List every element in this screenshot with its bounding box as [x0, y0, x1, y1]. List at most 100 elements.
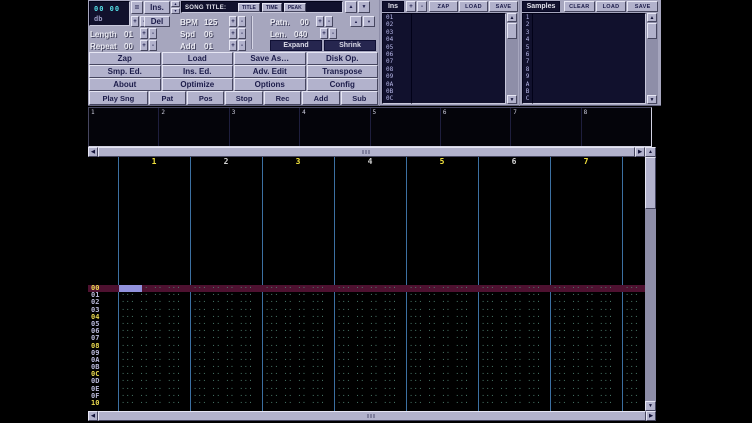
pattern-cell[interactable]: ··· ·· ·· ··· [337, 400, 407, 407]
spinner-plus-button[interactable]: + [140, 28, 148, 39]
pattern-cell[interactable]: ··· ·· ·· ··· [121, 400, 191, 407]
instrument-list-item[interactable]: 0C [383, 95, 411, 102]
menu-zap-button[interactable]: Zap [89, 52, 161, 65]
transport-rec-button[interactable]: Rec [264, 91, 301, 105]
instrument-load-button[interactable]: LOAD [459, 1, 488, 12]
channel-scope[interactable]: 3 [230, 108, 300, 146]
menu-disk-op-button[interactable]: Disk Op. [307, 52, 379, 65]
scroll-right-button[interactable]: ▶ [646, 411, 656, 421]
spinner-minus-button[interactable]: - [149, 40, 157, 51]
arrow-down-button[interactable]: ▼ [171, 8, 180, 14]
instrument-list-item[interactable]: 01 [383, 14, 411, 21]
channel-scope[interactable]: 4 [300, 108, 370, 146]
spinner-minus-button[interactable]: - [238, 28, 246, 39]
sample-load-button[interactable]: LOAD [596, 1, 627, 12]
sample-list-item[interactable]: 8 [523, 66, 532, 73]
pattern-cell[interactable]: ··· ·· ·· ··· [409, 400, 479, 407]
scroll-right-button[interactable]: ▶ [635, 147, 645, 157]
instrument-number-list[interactable]: 0102030405060708090A0B0C [382, 13, 412, 104]
menu-save-as-button[interactable]: Save As… [234, 52, 306, 65]
hscrollbar-thumb[interactable] [98, 411, 646, 421]
sample-list-item[interactable]: 6 [523, 51, 532, 58]
sample-list-item[interactable]: B [523, 88, 532, 95]
instrument-list-item[interactable]: 05 [383, 44, 411, 51]
channel-scope[interactable]: 7 [511, 108, 581, 146]
sample-list-item[interactable]: 2 [523, 21, 532, 28]
spinner-minus-button[interactable]: - [238, 16, 246, 27]
channel-header-number[interactable]: 6 [478, 157, 550, 168]
order-list[interactable]: 00 00 db [89, 1, 130, 26]
menu-transpose-button[interactable]: Transpose [307, 65, 379, 78]
instrument-list-item[interactable]: 07 [383, 58, 411, 65]
channel-scope[interactable]: 2 [159, 108, 229, 146]
menu-adv-edit-button[interactable]: Adv. Edit [234, 65, 306, 78]
channel-header-number[interactable]: 3 [262, 157, 334, 168]
pattern-cell[interactable]: ··· ·· ·· ··· [265, 400, 335, 407]
title-toggle-peak[interactable]: PEAK [284, 3, 306, 12]
arrow-up-button[interactable]: ▲ [350, 16, 362, 27]
transport-sub-button[interactable]: Sub [341, 91, 378, 105]
scroll-up-button[interactable]: ▲ [507, 13, 517, 22]
sample-clear-button[interactable]: CLEAR [564, 1, 595, 12]
expand-button[interactable]: Expand [270, 40, 322, 51]
menu-about-button[interactable]: About [89, 78, 161, 91]
instrument-list-item[interactable]: 04 [383, 36, 411, 43]
arrow-up-button[interactable]: ▲ [345, 1, 357, 13]
transport-add-button[interactable]: Add [302, 91, 339, 105]
spinner-plus-button[interactable]: + [229, 40, 237, 51]
instrument-list-item[interactable]: 0A [383, 81, 411, 88]
instrument-list-item[interactable]: 0B [383, 88, 411, 95]
order-insert-button[interactable]: Ins. [144, 1, 170, 14]
channel-header-number[interactable]: 4 [334, 157, 406, 168]
pattern-vscrollbar[interactable]: ▲ ▼ [645, 147, 656, 411]
pattern-row[interactable]: 10··· ·· ·· ······ ·· ·· ······ ·· ·· ··… [88, 400, 645, 407]
pattern-cell[interactable]: ··· ·· ·· ··· [553, 400, 623, 407]
sample-list-item[interactable]: 7 [523, 58, 532, 65]
channel-scope[interactable]: 5 [371, 108, 441, 146]
arrow-down-button[interactable]: ▼ [363, 16, 375, 27]
sample-scrollbar[interactable]: ▲ ▼ [646, 13, 658, 104]
transport-pat-button[interactable]: Pat [149, 91, 186, 105]
menu-smp-ed-button[interactable]: Smp. Ed. [89, 65, 161, 78]
instrument-add-button[interactable]: + [406, 1, 416, 12]
pattern-hscrollbar-top[interactable]: ◀ ▶ [88, 147, 645, 157]
scroll-left-button[interactable]: ◀ [88, 411, 98, 421]
spinner-plus-button[interactable]: + [316, 16, 324, 27]
channel-scope[interactable]: 8 [582, 108, 651, 146]
instrument-list-item[interactable]: 03 [383, 29, 411, 36]
channel-scope[interactable]: 1 [89, 108, 159, 146]
channel-header-number[interactable]: 2 [190, 157, 262, 168]
instrument-scrollbar[interactable]: ▲ ▼ [506, 13, 518, 104]
order-clone-button[interactable]: = [131, 1, 143, 14]
spinner-plus-button[interactable]: + [140, 40, 148, 51]
hscrollbar-thumb[interactable] [98, 147, 635, 157]
channel-header-number[interactable]: 5 [406, 157, 478, 168]
spinner-plus-button[interactable]: + [131, 16, 139, 27]
instrument-list-item[interactable]: 08 [383, 66, 411, 73]
sample-list-item[interactable]: 5 [523, 44, 532, 51]
transport-stop-button[interactable]: Stop [225, 91, 262, 105]
pattern-grid[interactable]: 00··· ·· ·· ······ ·· ·· ······ ·· ·· ··… [88, 168, 645, 411]
title-toggle-title[interactable]: TITLE [238, 3, 260, 12]
scroll-down-button[interactable]: ▼ [645, 401, 656, 411]
menu-config-button[interactable]: Config [307, 78, 379, 91]
shrink-button[interactable]: Shrink [324, 40, 376, 51]
pattern-hscrollbar-bottom[interactable]: ◀ ▶ [88, 411, 656, 421]
instrument-list-item[interactable]: 09 [383, 73, 411, 80]
instrument-zap-button[interactable]: ZAP [429, 1, 458, 12]
instrument-remove-button[interactable]: - [417, 1, 427, 12]
vscrollbar-thumb[interactable] [645, 157, 656, 209]
sample-list-item[interactable]: C [523, 95, 532, 102]
instrument-save-button[interactable]: SAVE [489, 1, 518, 12]
scroll-down-button[interactable]: ▼ [507, 95, 517, 104]
instrument-name-list[interactable] [411, 13, 506, 104]
arrow-up-button[interactable]: ▲ [171, 1, 180, 7]
pattern-cell[interactable]: ··· ·· ·· ··· [625, 400, 645, 407]
spinner-minus-button[interactable]: - [329, 28, 337, 39]
spinner-plus-button[interactable]: + [229, 28, 237, 39]
pattern-cell[interactable]: ··· ·· ·· ··· [481, 400, 551, 407]
transport-pos-button[interactable]: Pos [187, 91, 224, 105]
spinner-minus-button[interactable]: - [325, 16, 333, 27]
menu-load-button[interactable]: Load [162, 52, 234, 65]
scrollbar-thumb[interactable] [647, 23, 657, 39]
